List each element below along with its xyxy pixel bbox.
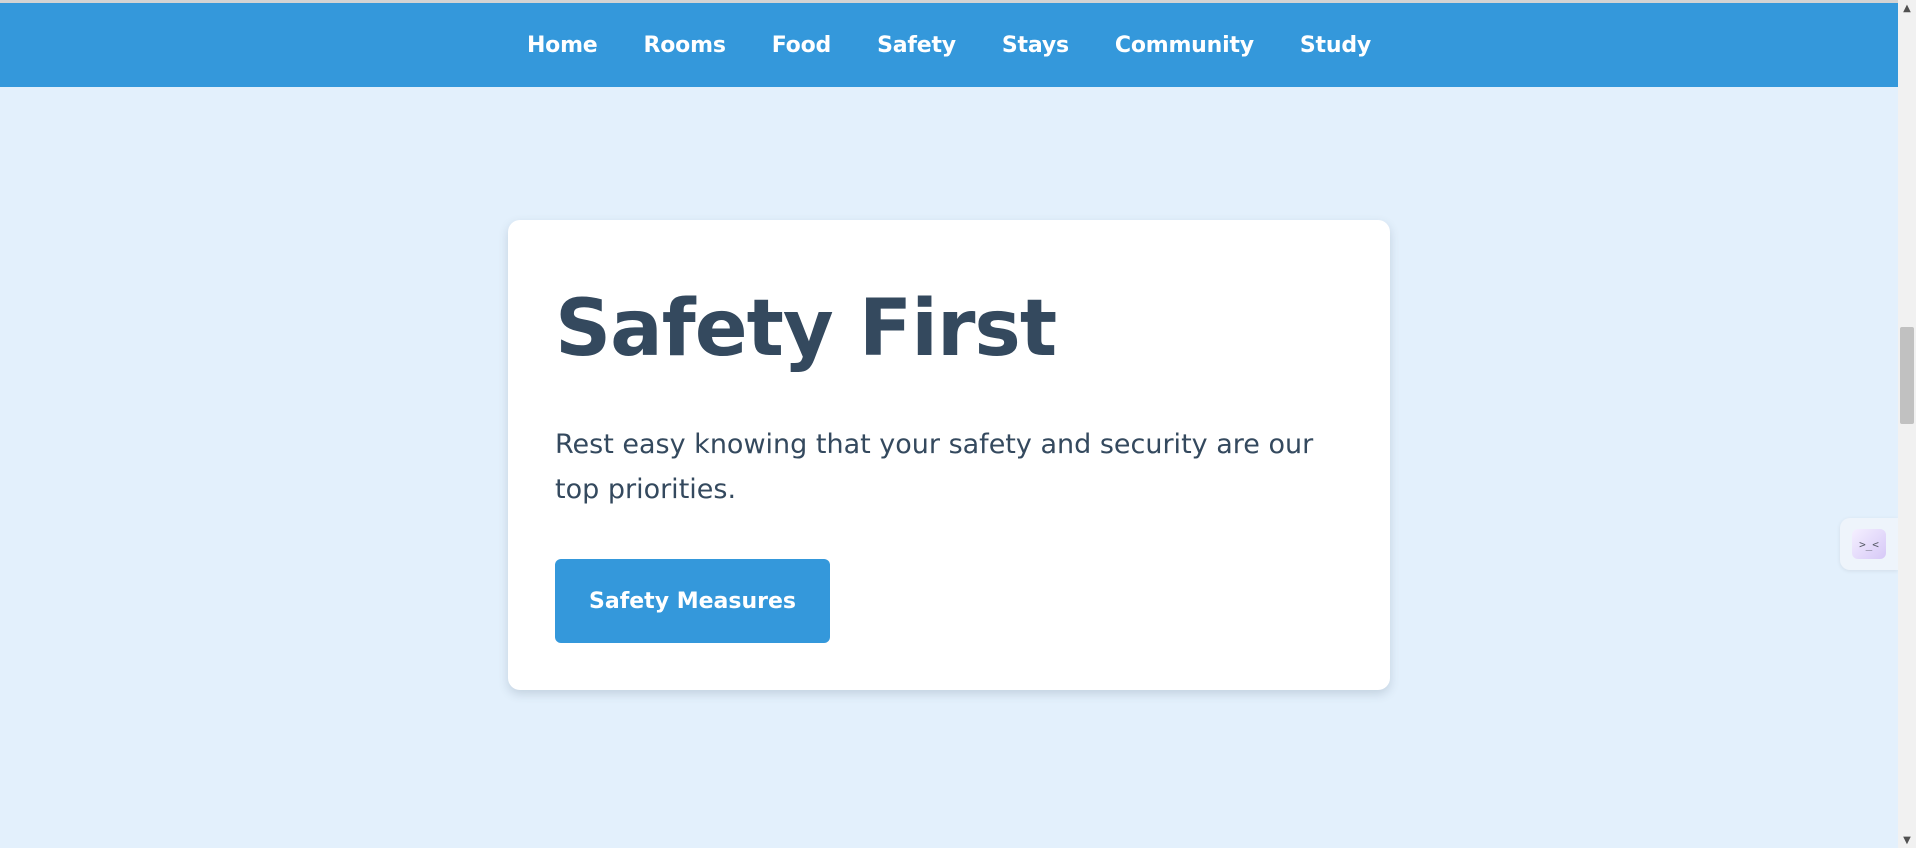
hero-title: Safety First — [555, 284, 1057, 374]
nav-link-safety[interactable]: Safety — [854, 25, 979, 66]
vertical-scrollbar[interactable]: ▲ ▼ — [1898, 0, 1916, 848]
nav-link-food[interactable]: Food — [749, 25, 854, 66]
nav-link-study[interactable]: Study — [1277, 25, 1394, 66]
top-navigation-bar: Home Rooms Food Safety Stays Community S… — [0, 3, 1898, 87]
hero-description: Rest easy knowing that your safety and s… — [555, 429, 1314, 505]
floating-assistant-widget[interactable]: >_< — [1840, 518, 1898, 570]
scroll-up-arrow-icon[interactable]: ▲ — [1898, 0, 1916, 16]
nav-list: Home Rooms Food Safety Stays Community S… — [504, 25, 1394, 66]
assistant-face-icon: >_< — [1852, 529, 1886, 559]
nav-link-stays[interactable]: Stays — [979, 25, 1092, 66]
safety-measures-button[interactable]: Safety Measures — [555, 559, 830, 643]
nav-link-rooms[interactable]: Rooms — [621, 25, 749, 66]
scroll-down-arrow-icon[interactable]: ▼ — [1898, 832, 1916, 848]
main-content: Safety First Rest easy knowing that your… — [0, 87, 1898, 848]
scrollbar-thumb[interactable] — [1900, 327, 1914, 424]
nav-link-community[interactable]: Community — [1092, 25, 1277, 66]
nav-link-home[interactable]: Home — [504, 25, 621, 66]
hero-card: Safety First Rest easy knowing that your… — [508, 220, 1390, 690]
